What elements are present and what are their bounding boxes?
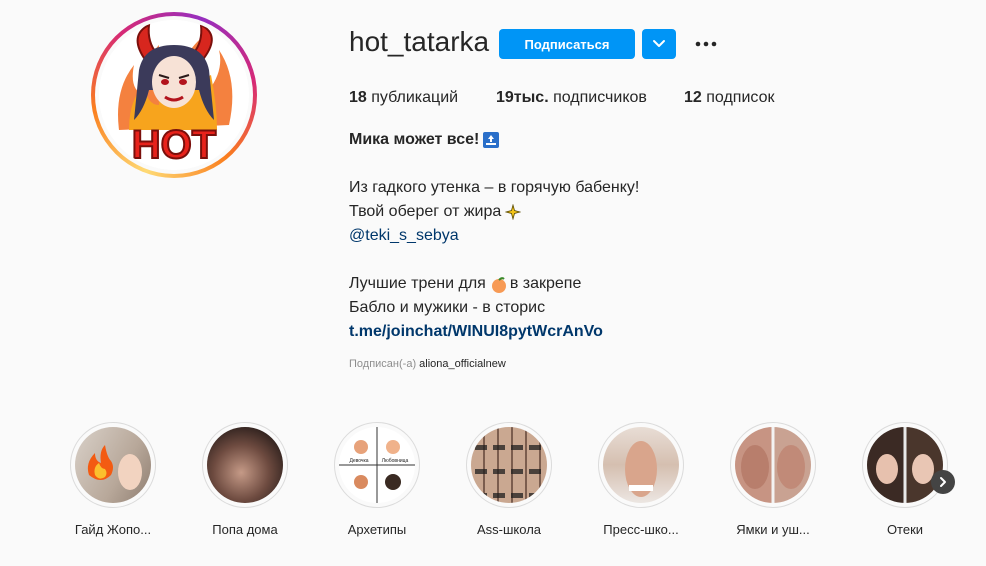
following-count: 12 [684, 89, 702, 106]
highlight-ring [730, 422, 816, 508]
avatar-border: HOT [95, 16, 253, 174]
highlight-label: Отеки [886, 522, 924, 537]
highlight-item[interactable]: Пресс-шко... [591, 422, 691, 537]
bio-line-3a: Лучшие трени для [349, 275, 486, 292]
followed-by-account[interactable]: aliona_officialnew [419, 358, 506, 370]
sparkles-emoji-icon [504, 203, 522, 221]
chevron-down-icon [653, 40, 665, 47]
followed-by[interactable]: Подписан(-а) aliona_officialnew [349, 358, 506, 370]
archetype-tile-label: Любовница [382, 458, 409, 464]
profile-name: Мика может все! [349, 131, 480, 148]
followers-count: 19тыс. [496, 89, 549, 106]
avatar-logo-text: HOT [132, 123, 216, 167]
profile-avatar[interactable]: HOT [91, 12, 257, 178]
highlight-label: Попа дома [212, 522, 278, 537]
highlights-next-button[interactable] [931, 470, 955, 494]
username: hot_tatarka [349, 26, 490, 57]
highlight-ring [862, 422, 948, 508]
followed-by-label: Подписан(-а) [349, 358, 417, 370]
highlight-ring [202, 422, 288, 508]
chevron-right-icon [940, 477, 946, 487]
more-options-button[interactable] [690, 29, 722, 59]
peach-emoji-icon [490, 276, 506, 293]
bio-line-1: Из гадкого утенка – в горячую бабенку! [349, 179, 640, 196]
highlight-item[interactable]: Попа дома [195, 422, 295, 537]
highlight-cover: Девочка Любовница [339, 427, 415, 503]
highlight-label: Гайд Жопо... [74, 522, 152, 537]
highlight-label: Ass-школа [476, 522, 542, 537]
bio-line-4: Бабло и мужики - в сторис [349, 299, 546, 316]
avatar-image: HOT [99, 20, 249, 170]
followers-label: подписчиков [548, 89, 647, 106]
posts-stat: 18 публикаций [349, 89, 458, 107]
mention-link[interactable]: @teki_s_sebya [349, 224, 459, 248]
suggested-dropdown-button[interactable] [642, 29, 676, 59]
highlight-ring [70, 422, 156, 508]
highlight-label: Пресс-шко... [603, 522, 679, 537]
follow-button[interactable]: Подписаться [499, 29, 635, 59]
highlight-cover [471, 427, 547, 503]
highlight-cover [75, 427, 151, 503]
highlight-cover [867, 427, 943, 503]
posts-count: 18 [349, 89, 367, 106]
highlight-item[interactable]: Ямки и уш... [723, 422, 823, 537]
highlight-item[interactable]: Гайд Жопо... [63, 422, 163, 537]
archetype-tile-label: Девочка [349, 458, 368, 464]
highlight-cover [603, 427, 679, 503]
highlight-ring [598, 422, 684, 508]
profile-bio: Мика может все! Из гадкого утенка – в го… [349, 128, 749, 344]
highlight-ring: Девочка Любовница [334, 422, 420, 508]
website-link[interactable]: t.me/joinchat/WINUI8pytWcrAnVo [349, 320, 603, 344]
bio-line-3b: в закрепе [509, 275, 582, 292]
posts-label: публикаций [366, 89, 459, 106]
followers-stat[interactable]: 19тыс. подписчиков [496, 89, 647, 107]
following-stat[interactable]: 12 подписок [684, 89, 774, 107]
avatar-illustration: HOT [99, 20, 249, 170]
highlight-ring [466, 422, 552, 508]
fire-emoji-icon [87, 445, 142, 490]
highlight-item[interactable]: Девочка Любовница Архетипы [327, 422, 427, 537]
top-emoji-icon [483, 132, 500, 148]
bio-line-2: Твой оберег от жира [349, 203, 502, 220]
highlight-cover [207, 427, 283, 503]
highlight-cover [735, 427, 811, 503]
following-label: подписок [701, 89, 775, 106]
highlight-label: Архетипы [347, 522, 407, 537]
highlight-label: Ямки и уш... [736, 522, 810, 537]
highlight-item[interactable]: Ass-школа [459, 422, 559, 537]
more-dots-icon [695, 41, 717, 47]
